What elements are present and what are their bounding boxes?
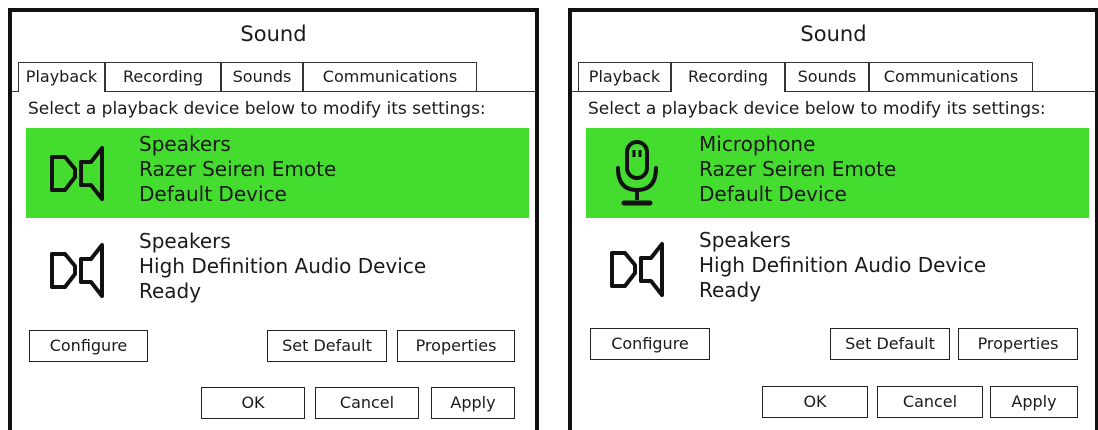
device-name: Microphone [699, 132, 816, 156]
device-status: Ready [699, 278, 762, 302]
device-row-microphone-razer[interactable]: Microphone Razer Seiren Emote Default De… [586, 128, 1089, 218]
instruction-text: Select a playback device below to modify… [28, 99, 486, 119]
device-info: Speakers Razer Seiren Emote Default Devi… [139, 132, 336, 207]
configure-button[interactable]: Configure [590, 328, 710, 360]
device-row-speakers-razer[interactable]: Speakers Razer Seiren Emote Default Devi… [26, 128, 529, 218]
device-status: Default Device [699, 182, 847, 206]
speaker-icon [610, 242, 664, 297]
tab-recording[interactable]: Recording [671, 62, 785, 92]
device-model: High Definition Audio Device [699, 253, 987, 277]
apply-button[interactable]: Apply [990, 386, 1078, 418]
tab-playback[interactable]: Playback [18, 62, 105, 92]
device-model: Razer Seiren Emote [699, 157, 897, 181]
set-default-button[interactable]: Set Default [267, 330, 387, 362]
device-info: Microphone Razer Seiren Emote Default De… [699, 132, 896, 207]
device-row-speakers-hd-audio[interactable]: Speakers High Definition Audio Device Re… [586, 224, 1089, 314]
device-status: Ready [139, 279, 202, 303]
tab-playback[interactable]: Playback [578, 62, 671, 91]
instruction-text: Select a playback device below to modify… [588, 99, 1046, 119]
apply-button[interactable]: Apply [431, 387, 515, 419]
device-name: Speakers [699, 228, 791, 252]
cancel-button[interactable]: Cancel [877, 386, 983, 418]
device-row-speakers-hd-audio[interactable]: Speakers High Definition Audio Device Re… [26, 225, 529, 315]
properties-button[interactable]: Properties [958, 328, 1078, 360]
device-status: Default Device [139, 182, 287, 206]
device-model: Razer Seiren Emote [139, 157, 337, 181]
tab-sounds[interactable]: Sounds [785, 62, 869, 91]
device-name: Speakers [139, 229, 231, 253]
cancel-button[interactable]: Cancel [315, 387, 419, 419]
properties-button[interactable]: Properties [397, 330, 515, 362]
speaker-icon [50, 243, 104, 298]
tab-communications[interactable]: Communications [303, 62, 477, 91]
ok-button[interactable]: OK [201, 387, 305, 419]
configure-button[interactable]: Configure [29, 330, 148, 362]
microphone-icon [616, 140, 658, 206]
ok-button[interactable]: OK [762, 386, 868, 418]
sound-dialog-playback: Sound Playback Recording Sounds Communic… [8, 8, 539, 430]
tab-sounds[interactable]: Sounds [221, 62, 303, 91]
device-model: High Definition Audio Device [139, 254, 427, 278]
tab-strip: Playback Recording Sounds Communications [572, 62, 1095, 92]
device-info: Speakers High Definition Audio Device Re… [699, 228, 986, 303]
sound-dialog-recording: Sound Playback Recording Sounds Communic… [568, 8, 1098, 430]
dialog-title: Sound [240, 22, 307, 46]
device-name: Speakers [139, 132, 231, 156]
tab-recording[interactable]: Recording [105, 62, 221, 91]
device-info: Speakers High Definition Audio Device Re… [139, 229, 426, 304]
dialog-title: Sound [800, 22, 867, 46]
set-default-button[interactable]: Set Default [830, 328, 950, 360]
speaker-icon [50, 146, 104, 201]
tab-strip: Playback Recording Sounds Communications [12, 62, 535, 92]
tab-communications[interactable]: Communications [869, 62, 1033, 91]
